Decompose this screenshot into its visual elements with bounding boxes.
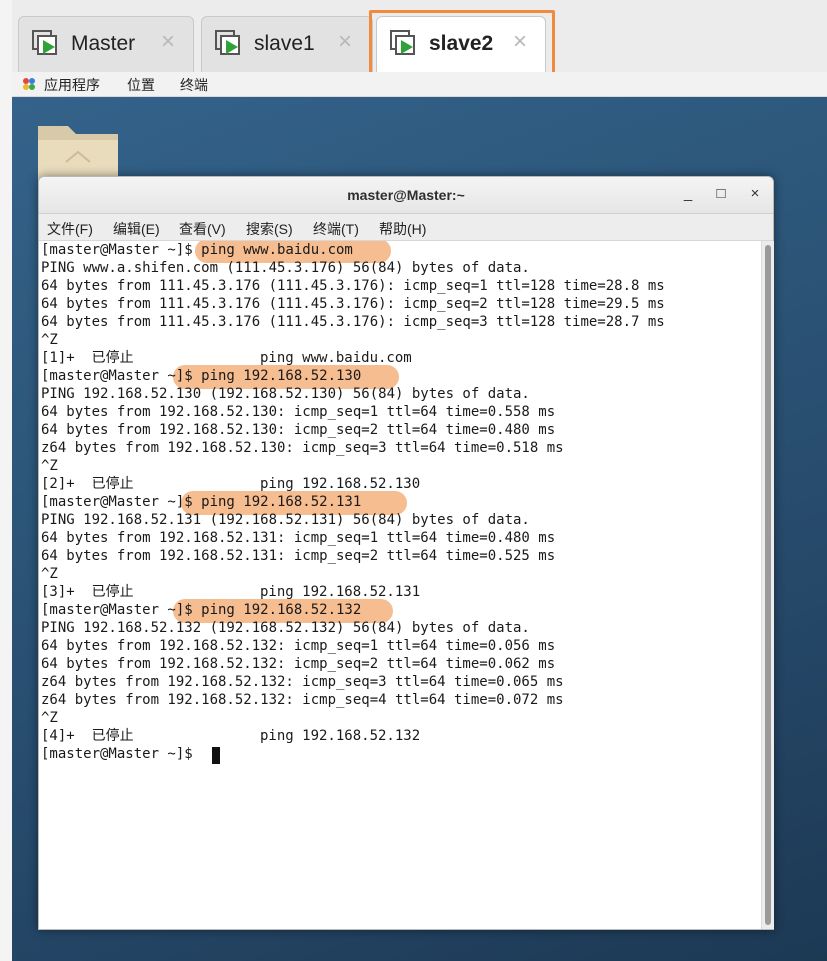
terminal-line: [master@Master ~]$ ping 192.168.52.130 bbox=[41, 368, 362, 384]
terminal-scrollbar[interactable] bbox=[761, 241, 774, 929]
desktop-top-menu: 应用程序 位置 终端 bbox=[12, 72, 827, 97]
menu-applications[interactable]: 应用程序 bbox=[44, 75, 100, 95]
terminal-line: ^Z bbox=[41, 458, 58, 474]
terminal-window: master@Master:~ _ □ × 文件(F) 编辑(E) 查看(V) … bbox=[38, 176, 774, 930]
terminal-line: 64 bytes from 111.45.3.176 (111.45.3.176… bbox=[41, 296, 665, 312]
terminal-line: [4]+ 已停止 ping 192.168.52.132 bbox=[41, 728, 421, 744]
terminal-line: 64 bytes from 111.45.3.176 (111.45.3.176… bbox=[41, 278, 665, 294]
terminal-line: [2]+ 已停止 ping 192.168.52.130 bbox=[41, 476, 421, 492]
maximize-button[interactable]: □ bbox=[710, 183, 732, 205]
terminal-line: [master@Master ~]$ ping 192.168.52.132 bbox=[41, 602, 362, 618]
terminal-line: ^Z bbox=[41, 566, 58, 582]
terminal-line: 64 bytes from 192.168.52.131: icmp_seq=2… bbox=[41, 548, 556, 564]
menu-edit[interactable]: 编辑(E) bbox=[113, 219, 160, 239]
terminal-line: 64 bytes from 111.45.3.176 (111.45.3.176… bbox=[41, 314, 665, 330]
tab-label: slave1 bbox=[254, 32, 315, 55]
text-cursor bbox=[212, 747, 220, 764]
scroll-thumb[interactable] bbox=[765, 245, 771, 925]
vm-icon bbox=[215, 30, 240, 55]
menu-help[interactable]: 帮助(H) bbox=[379, 219, 426, 239]
menu-file[interactable]: 文件(F) bbox=[47, 219, 93, 239]
terminal-titlebar[interactable]: master@Master:~ _ □ × bbox=[39, 177, 773, 214]
terminal-line: 64 bytes from 192.168.52.132: icmp_seq=1… bbox=[41, 638, 556, 654]
menu-terminal-options[interactable]: 终端(T) bbox=[313, 219, 359, 239]
terminal-line: 64 bytes from 192.168.52.130: icmp_seq=2… bbox=[41, 422, 556, 438]
terminal-line: 64 bytes from 192.168.52.131: icmp_seq=1… bbox=[41, 530, 556, 546]
tab-label: Master bbox=[71, 32, 136, 55]
menu-places[interactable]: 位置 bbox=[127, 75, 155, 95]
menu-search[interactable]: 搜索(S) bbox=[246, 219, 293, 239]
tab-master[interactable]: Master × bbox=[18, 16, 194, 72]
terminal-prompt-line: [master@Master ~]$ bbox=[41, 746, 202, 762]
close-icon[interactable]: × bbox=[161, 29, 175, 55]
terminal-line: [1]+ 已停止 ping www.baidu.com bbox=[41, 350, 412, 366]
terminal-line: ^Z bbox=[41, 332, 58, 348]
terminal-line: 64 bytes from 192.168.52.132: icmp_seq=2… bbox=[41, 656, 556, 672]
close-icon[interactable]: × bbox=[338, 29, 352, 55]
terminal-line: [master@Master ~]$ ping 192.168.52.131 bbox=[41, 494, 362, 510]
terminal-output[interactable]: [master@Master ~]$ ping www.baidu.com PI… bbox=[39, 241, 761, 929]
terminal-line: ^Z bbox=[41, 710, 58, 726]
tab-slave1[interactable]: slave1 × bbox=[201, 16, 373, 72]
vm-icon bbox=[32, 30, 57, 55]
menu-terminal[interactable]: 终端 bbox=[180, 75, 208, 95]
apps-icon bbox=[22, 77, 36, 94]
terminal-line: z64 bytes from 192.168.52.132: icmp_seq=… bbox=[41, 674, 564, 690]
terminal-line: PING www.a.shifen.com (111.45.3.176) 56(… bbox=[41, 260, 530, 276]
menu-view[interactable]: 查看(V) bbox=[179, 219, 226, 239]
terminal-line: PING 192.168.52.132 (192.168.52.132) 56(… bbox=[41, 620, 530, 636]
close-button[interactable]: × bbox=[744, 183, 766, 205]
terminal-line: PING 192.168.52.130 (192.168.52.130) 56(… bbox=[41, 386, 530, 402]
terminal-line: z64 bytes from 192.168.52.132: icmp_seq=… bbox=[41, 692, 564, 708]
terminal-line: 64 bytes from 192.168.52.130: icmp_seq=1… bbox=[41, 404, 556, 420]
terminal-line: [3]+ 已停止 ping 192.168.52.131 bbox=[41, 584, 421, 600]
terminal-line: [master@Master ~]$ ping www.baidu.com bbox=[41, 242, 353, 258]
window-title: master@Master:~ bbox=[347, 187, 465, 203]
terminal-line: z64 bytes from 192.168.52.130: icmp_seq=… bbox=[41, 440, 564, 456]
minimize-button[interactable]: _ bbox=[677, 183, 699, 205]
terminal-line: PING 192.168.52.131 (192.168.52.131) 56(… bbox=[41, 512, 530, 528]
terminal-menu-bar: 文件(F) 编辑(E) 查看(V) 搜索(S) 终端(T) 帮助(H) bbox=[39, 214, 773, 241]
